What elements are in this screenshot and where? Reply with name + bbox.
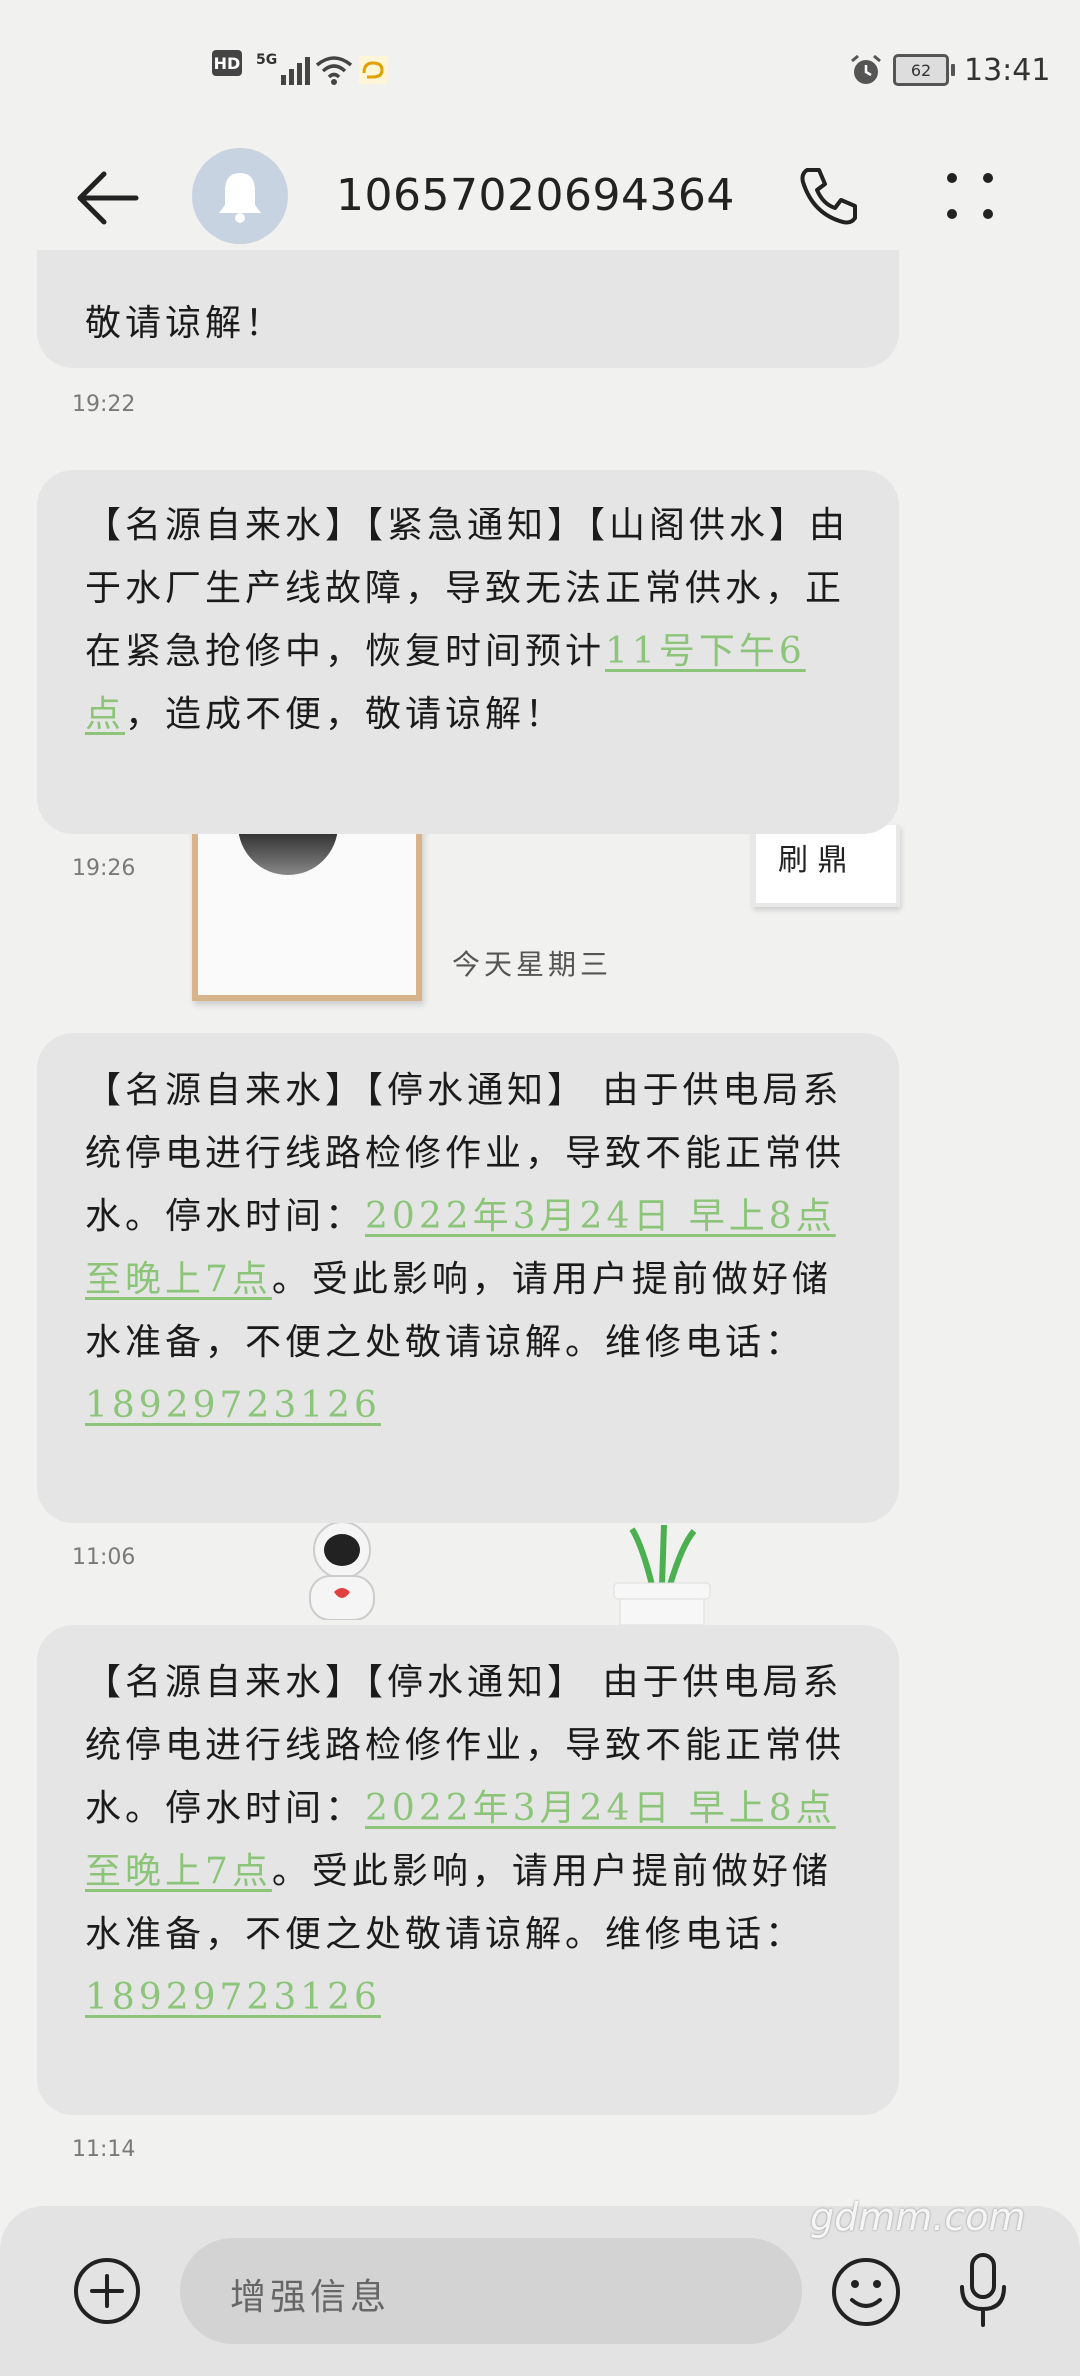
plant-pot-decoration (602, 1524, 720, 1626)
clock: 13:41 (964, 52, 1051, 88)
message-time: 19:26 (72, 856, 136, 881)
back-button[interactable] (70, 162, 142, 234)
message-text: 敬请谅解！ (85, 303, 286, 344)
call-button[interactable] (795, 162, 863, 230)
watermark: gdmm.com (810, 2195, 1026, 2239)
phone-number-link[interactable]: 18929723126 (85, 1977, 381, 2018)
picture-frame-decoration (192, 825, 422, 1001)
emoji-button[interactable] (830, 2256, 902, 2328)
conversation-header: 10657020694364 (0, 140, 1080, 260)
attach-button[interactable] (72, 2256, 142, 2326)
smiley-icon (832, 2258, 900, 2326)
message-bubble[interactable]: 【名源自来水】【停水通知】 由于供电局系统停电进行线路检修作业，导致不能正常供水… (37, 1625, 899, 2115)
phone-icon (800, 168, 857, 225)
battery-icon: 62 (893, 50, 955, 90)
sync-icon (358, 50, 388, 90)
voice-input-button[interactable] (952, 2251, 1014, 2331)
back-arrow-icon (77, 171, 139, 225)
message-time: 11:06 (72, 1545, 136, 1570)
bell-icon (219, 173, 261, 223)
alarm-icon (848, 50, 884, 90)
message-text: ，造成不便，敬请谅解！ (125, 694, 566, 735)
message-bubble[interactable]: 【名源自来水】【紧急通知】【山阁供水】由于水厂生产线故障，导致无法正常供水，正在… (37, 470, 899, 834)
wifi-icon (314, 50, 354, 90)
message-time: 11:14 (72, 2137, 136, 2162)
more-dots-icon (947, 173, 993, 219)
calligraphy-frame-decoration: 刷 鼎 (752, 825, 900, 907)
battery-level: 62 (910, 60, 932, 80)
avatar[interactable] (192, 148, 288, 244)
message-bubble[interactable]: 【名源自来水】【停水通知】 由于供电局系统停电进行线路检修作业，导致不能正常供水… (37, 1033, 899, 1523)
plus-circle-icon (74, 2258, 140, 2324)
more-options-button[interactable] (942, 168, 998, 224)
network-type-label: 5G (256, 52, 278, 68)
message-input[interactable]: 增强信息 (180, 2238, 802, 2344)
contact-number[interactable]: 10657020694364 (336, 170, 735, 221)
phone-number-link[interactable]: 18929723126 (85, 1385, 381, 1426)
hd-badge: HD (212, 50, 242, 76)
status-bar: HD 5G 62 13:41 (0, 0, 1080, 130)
cellular-signal-icon: 5G (256, 50, 317, 90)
message-time: 19:22 (72, 392, 136, 417)
microphone-icon (960, 2253, 1006, 2327)
message-bubble[interactable]: 敬请谅解！ (37, 250, 899, 368)
astronaut-figurine-decoration (282, 1520, 402, 1621)
day-divider: 今天星期三 (452, 948, 613, 981)
